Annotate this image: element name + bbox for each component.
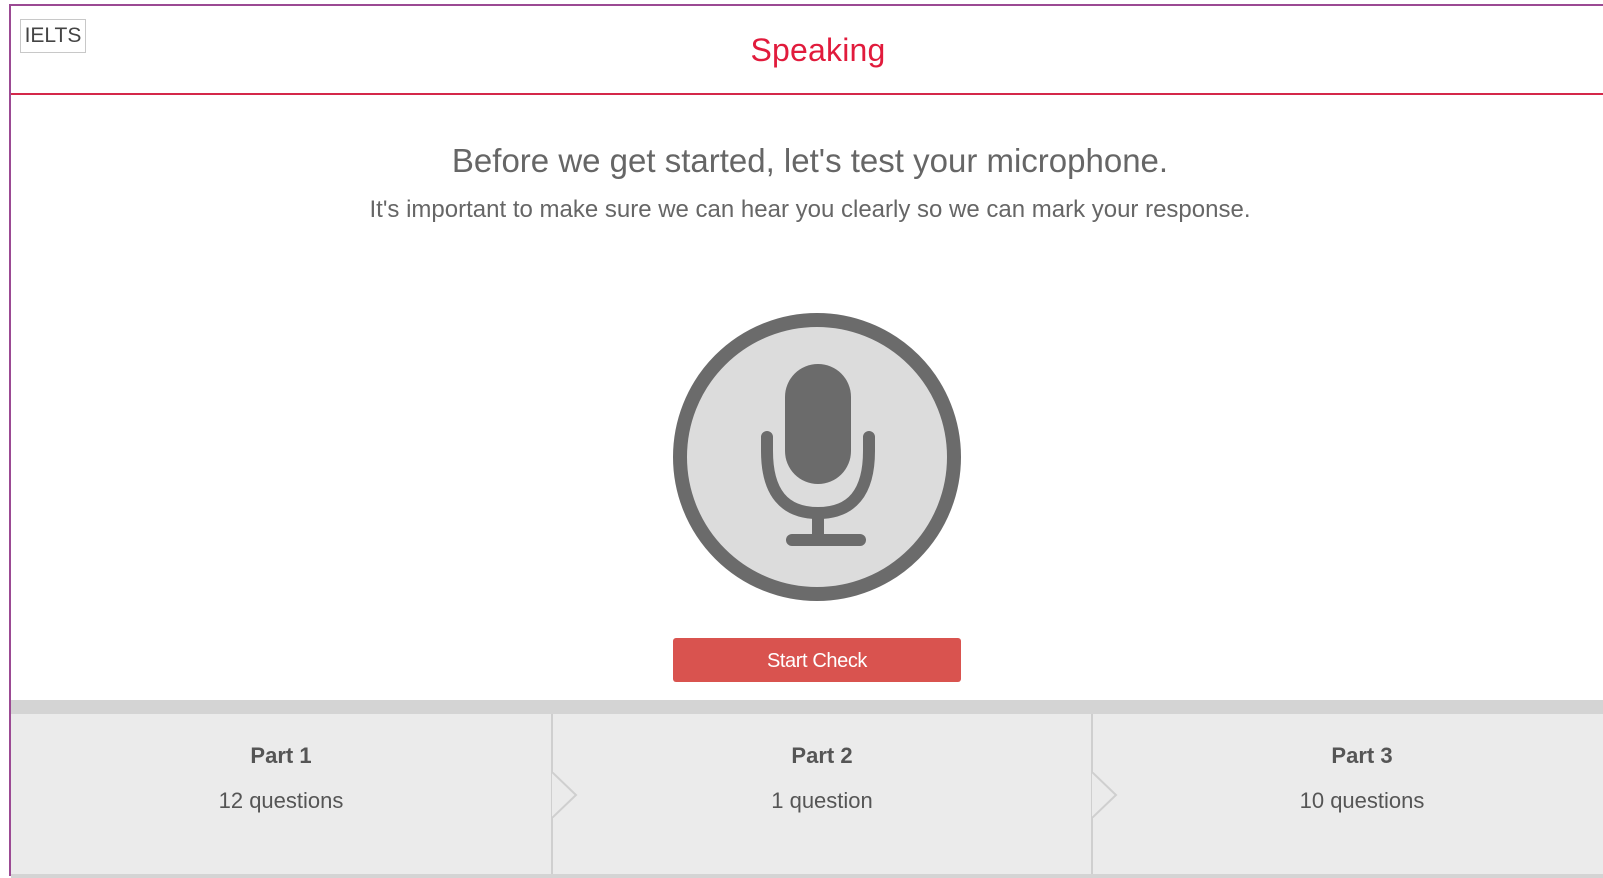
part-1-count: 12 questions [218, 788, 344, 813]
part-3-tab[interactable]: Part 3 10 questions [1093, 714, 1603, 874]
part-1-tab[interactable]: Part 1 12 questions [11, 714, 551, 874]
microphone-icon [761, 364, 875, 546]
intro-heading: Before we get started, let's test your m… [451, 142, 1169, 179]
part-2-name: Part 2 [791, 743, 853, 768]
page-title: Speaking [750, 32, 886, 68]
app-frame: IELTS Speaking Before we get started, le… [9, 4, 1603, 878]
part-2-count: 1 question [771, 788, 873, 813]
part-1-name: Part 1 [250, 743, 312, 768]
start-check-button[interactable]: Start Check [673, 638, 961, 682]
parts-strip: Part 1 12 questions Part 2 1 question Pa… [11, 714, 1603, 874]
part-3-count: 10 questions [1299, 788, 1425, 813]
part-3-name: Part 3 [1331, 743, 1393, 768]
part-2-tab[interactable]: Part 2 1 question [553, 714, 1091, 874]
header-divider [11, 93, 1603, 95]
microphone-button[interactable] [673, 313, 961, 601]
parts-progress-bar: Part 1 12 questions Part 2 1 question Pa… [11, 700, 1603, 878]
intro-subheading: It's important to make sure we can hear … [369, 196, 1251, 223]
